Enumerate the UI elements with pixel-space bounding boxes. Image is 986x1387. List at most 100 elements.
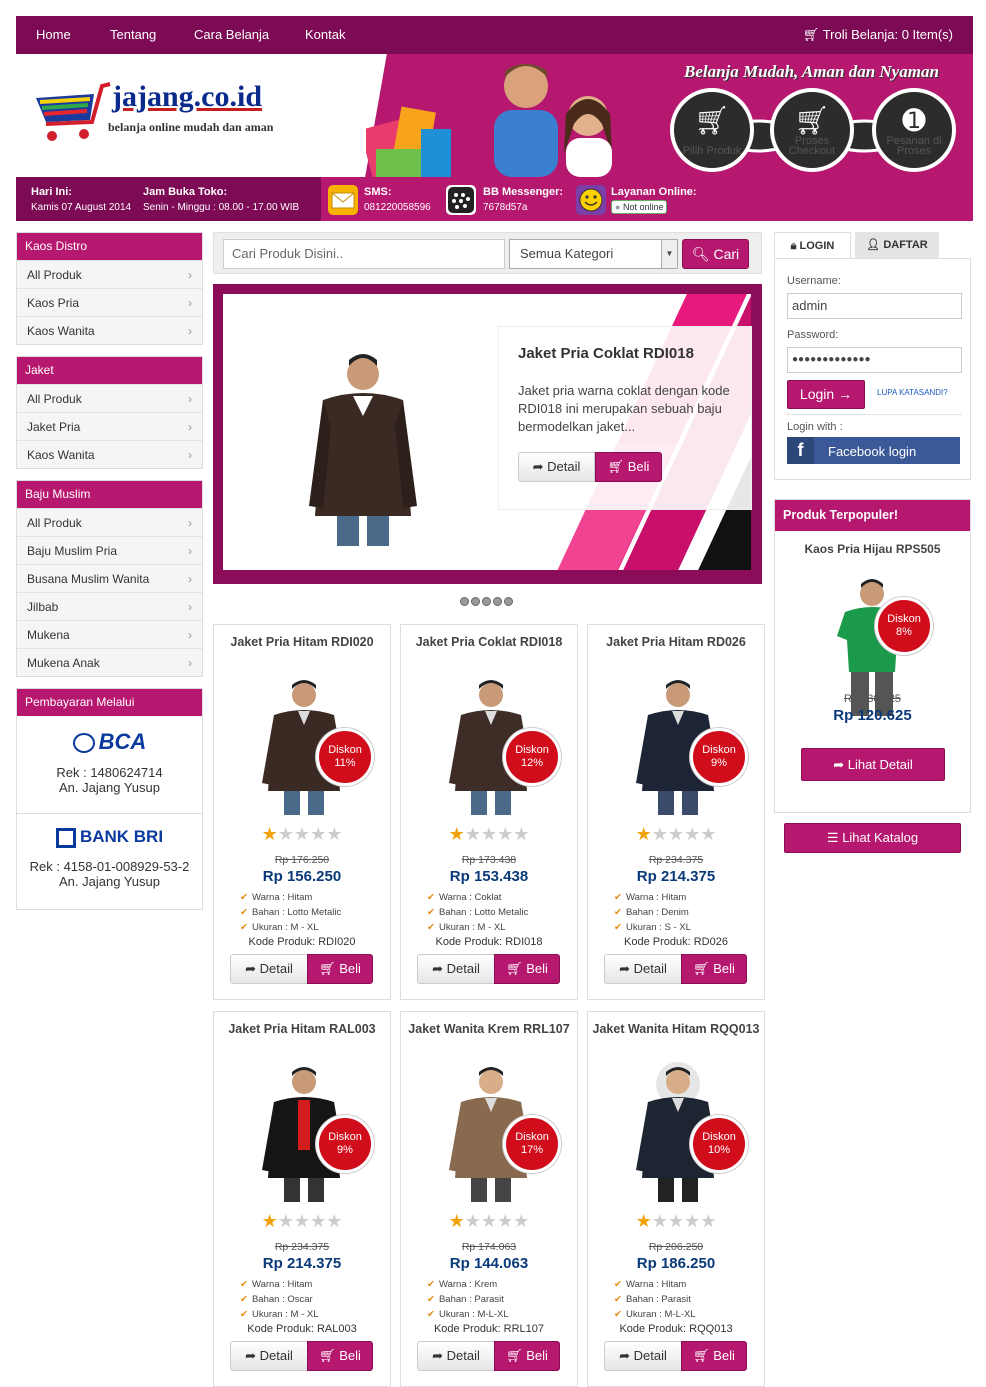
- slider-dot[interactable]: [471, 597, 480, 606]
- number-one-icon: ➊: [902, 105, 926, 136]
- product-name[interactable]: Jaket Pria Hitam RAL003: [218, 1020, 386, 1038]
- chevron-right-icon: ›: [188, 656, 192, 670]
- product-name[interactable]: Jaket Wanita Krem RRL107: [405, 1020, 573, 1038]
- detail-button[interactable]: ➦ Detail: [604, 954, 682, 984]
- rating-stars[interactable]: ★★★★★: [588, 826, 764, 844]
- online-status-badge[interactable]: ● Not online: [611, 200, 668, 214]
- product-name[interactable]: Jaket Pria Hitam RD026: [592, 633, 760, 651]
- buy-button[interactable]: 🛒︎ Beli: [494, 954, 560, 984]
- sidebar-item[interactable]: All Produk ›: [17, 260, 202, 288]
- lock-icon: 🔒︎: [790, 240, 800, 252]
- sidebar-item[interactable]: Kaos Wanita ›: [17, 316, 202, 344]
- sidebar-item[interactable]: Mukena ›: [17, 620, 202, 648]
- sidebar-item[interactable]: Baju Muslim Pria ›: [17, 536, 202, 564]
- sidebar-item[interactable]: Jaket Pria ›: [17, 412, 202, 440]
- search-input[interactable]: Cari Produk Disini..: [223, 239, 505, 269]
- sidebar-item[interactable]: Mukena Anak ›: [17, 648, 202, 676]
- forgot-password-link[interactable]: LUPA KATASANDI?: [877, 388, 948, 397]
- detail-button[interactable]: ➦ Detail: [230, 954, 308, 984]
- password-field[interactable]: ●●●●●●●●●●●●●: [787, 347, 962, 373]
- rating-stars[interactable]: ★★★★★: [214, 826, 390, 844]
- cart-icon: 🛒︎: [506, 961, 527, 976]
- bca-logo-icon: [72, 733, 95, 754]
- old-price: Rp 173.438: [461, 854, 517, 866]
- sidebar-item[interactable]: Busana Muslim Wanita ›: [17, 564, 202, 592]
- sidebar-item[interactable]: Jilbab ›: [17, 592, 202, 620]
- online-info: Layanan Online: ● Not online: [611, 186, 697, 214]
- rating-stars[interactable]: ★★★★★: [401, 826, 577, 844]
- slider-dot[interactable]: [460, 597, 469, 606]
- popular-detail-button[interactable]: ➦ Lihat Detail: [801, 748, 945, 781]
- check-icon: ✔: [427, 907, 435, 918]
- detail-button[interactable]: ➦ Detail: [604, 1341, 682, 1371]
- product-name[interactable]: Jaket Pria Hitam RDI020: [218, 633, 386, 651]
- detail-button[interactable]: ➦ Detail: [417, 1341, 495, 1371]
- share-arrow-icon: ➦: [619, 961, 634, 976]
- site-tagline: belanja online mudah dan aman: [108, 120, 274, 134]
- sidebar-item[interactable]: Kaos Wanita ›: [17, 440, 202, 468]
- check-icon: ✔: [614, 1309, 622, 1320]
- sidebar-item[interactable]: All Produk ›: [17, 384, 202, 412]
- login-button[interactable]: Login →: [787, 380, 865, 409]
- check-icon: ✔: [240, 922, 248, 933]
- chevron-right-icon: ›: [188, 628, 192, 642]
- buy-button[interactable]: 🛒︎ Beli: [681, 1341, 747, 1371]
- sidebar-item[interactable]: All Produk ›: [17, 508, 202, 536]
- slider-buy-button[interactable]: 🛒︎ Beli: [595, 452, 662, 482]
- search-button[interactable]: 🔍︎ Cari: [682, 239, 749, 269]
- discount-badge: Diskon 8%: [875, 597, 933, 655]
- star-icon: ★: [700, 1211, 717, 1232]
- share-arrow-icon: ➦: [432, 1348, 447, 1363]
- check-icon: ✔: [614, 907, 622, 918]
- star-icon: ★: [310, 824, 327, 845]
- slider-dot[interactable]: [493, 597, 502, 606]
- check-icon: ✔: [614, 922, 622, 933]
- facebook-login-button[interactable]: f Facebook login: [787, 437, 960, 464]
- site-logo[interactable]: jajang.co.id: [112, 80, 262, 114]
- check-icon: ✔: [240, 907, 248, 918]
- username-field[interactable]: admin: [787, 293, 962, 319]
- category-select[interactable]: Semua Kategori ▼: [509, 239, 678, 269]
- rating-stars[interactable]: ★★★★★: [401, 1213, 577, 1231]
- rating-stars[interactable]: ★★★★★: [588, 1213, 764, 1231]
- buy-button[interactable]: 🛒︎ Beli: [681, 954, 747, 984]
- price: Rp 214.375: [262, 1255, 342, 1272]
- tab-register[interactable]: 👤︎ DAFTAR: [855, 232, 939, 258]
- slider-description: Jaket pria warna coklat dengan kode RDI0…: [518, 383, 730, 434]
- share-arrow-icon: ➦: [245, 961, 260, 976]
- check-icon: ✔: [240, 1294, 248, 1305]
- chevron-right-icon: ›: [188, 544, 192, 558]
- popular-title: Produk Terpopuler!: [775, 500, 970, 531]
- nav-home[interactable]: Home: [36, 16, 71, 54]
- slider-detail-button[interactable]: ➦ Detail: [518, 452, 595, 482]
- buy-button[interactable]: 🛒︎ Beli: [307, 1341, 373, 1371]
- cart-logo-icon[interactable]: [32, 80, 112, 144]
- blackberry-icon: [446, 185, 476, 215]
- nav-cara-belanja[interactable]: Cara Belanja: [194, 16, 269, 54]
- share-arrow-icon: ➦: [619, 1348, 634, 1363]
- check-icon: ✔: [240, 1309, 248, 1320]
- bbm-info: BB Messenger: 7678d57a: [483, 186, 564, 213]
- check-icon: ✔: [614, 1279, 622, 1290]
- buy-button[interactable]: 🛒︎ Beli: [307, 954, 373, 984]
- slider-title[interactable]: Jaket Pria Coklat RDI018: [518, 345, 694, 362]
- slider-dot[interactable]: [482, 597, 491, 606]
- detail-button[interactable]: ➦ Detail: [230, 1341, 308, 1371]
- rating-stars[interactable]: ★★★★★: [214, 1213, 390, 1231]
- nav-tentang[interactable]: Tentang: [110, 16, 156, 54]
- product-name[interactable]: Jaket Pria Coklat RDI018: [405, 633, 573, 651]
- tab-login[interactable]: 🔒︎ LOGIN: [774, 232, 851, 258]
- chevron-right-icon: ›: [188, 392, 192, 406]
- cart-link[interactable]: 🛒︎ Troli Belanja: 0 Item(s): [803, 16, 953, 54]
- slider-dot[interactable]: [504, 597, 513, 606]
- detail-button[interactable]: ➦ Detail: [417, 954, 495, 984]
- catalog-button[interactable]: ☰ Lihat Katalog: [784, 823, 961, 853]
- price: Rp 156.250: [262, 868, 342, 885]
- buy-button[interactable]: 🛒︎ Beli: [494, 1341, 560, 1371]
- nav-kontak[interactable]: Kontak: [305, 16, 345, 54]
- popular-product-name[interactable]: Kaos Pria Hijau RPS505: [775, 542, 970, 556]
- payment-title: Pembayaran Melalui: [17, 689, 202, 716]
- product-attributes: ✔ Warna : Krem ✔ Bahan : Parasit ✔ Ukuran : M…: [427, 1279, 509, 1320]
- sidebar-item[interactable]: Kaos Pria ›: [17, 288, 202, 316]
- product-name[interactable]: Jaket Wanita Hitam RQQ013: [592, 1020, 760, 1038]
